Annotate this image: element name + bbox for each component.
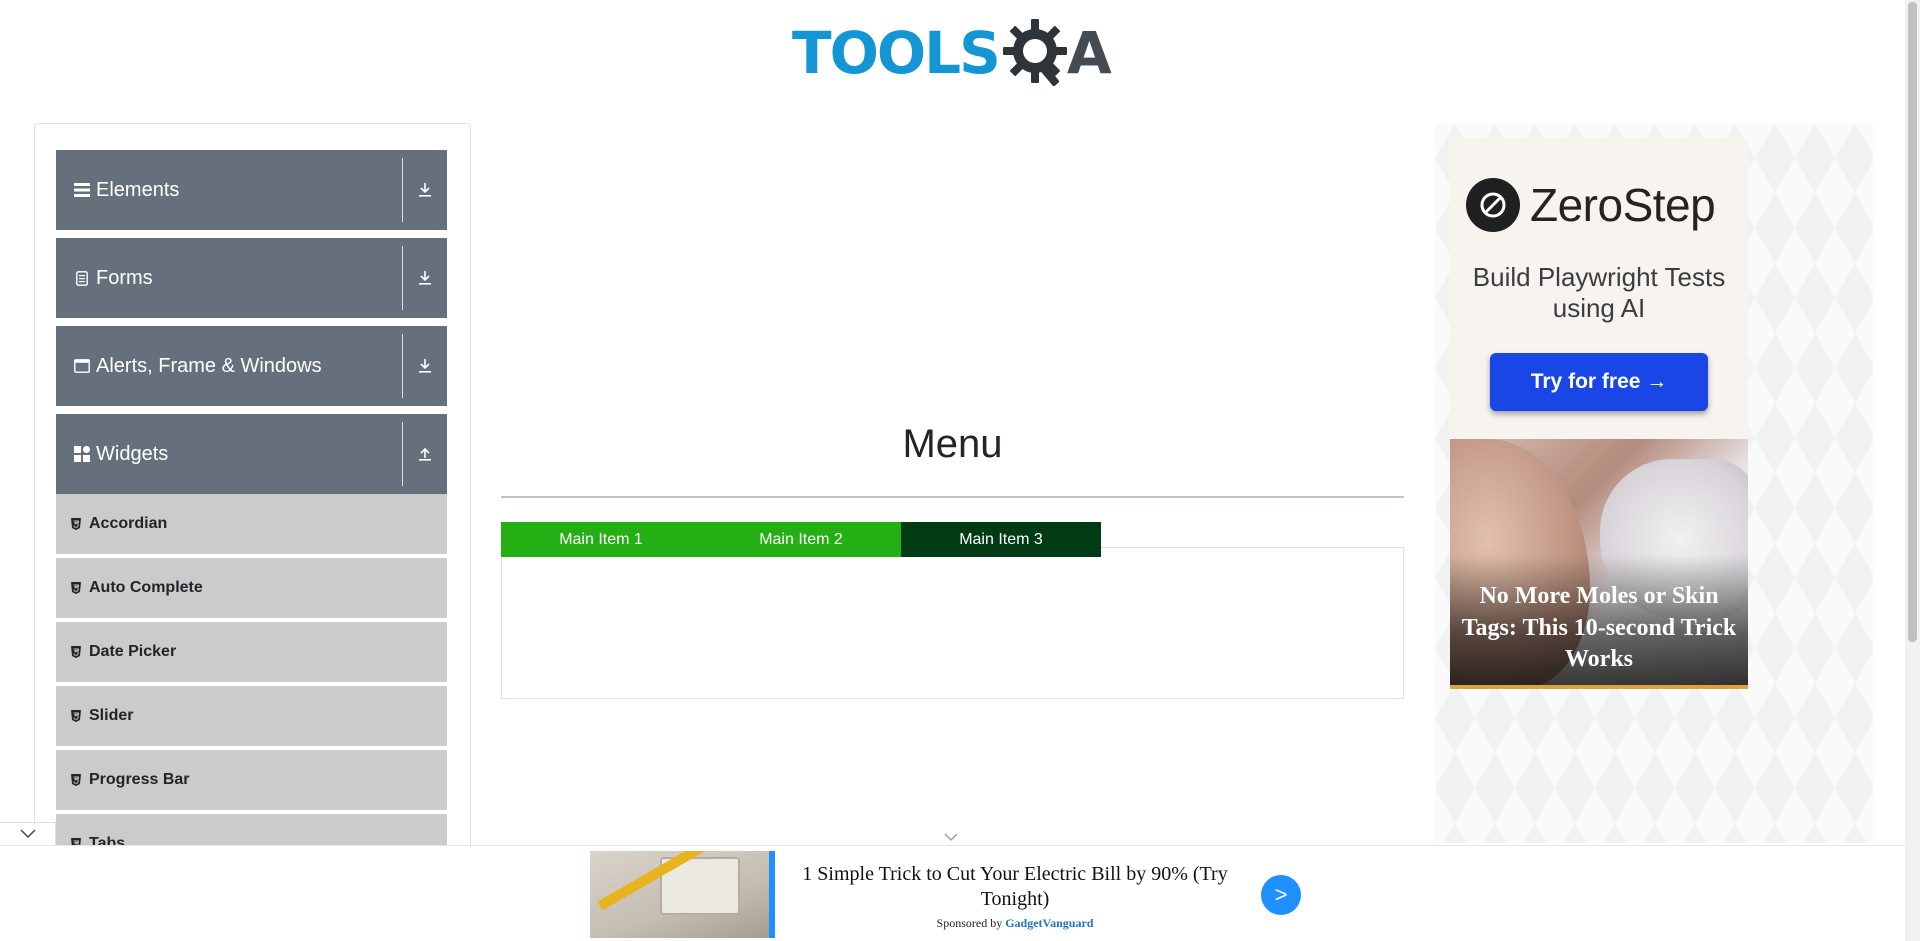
ad-go-button[interactable]: >	[1261, 875, 1301, 915]
hamburger-icon	[74, 182, 90, 198]
zerostep-tagline: Build Playwright Tests using AI	[1472, 262, 1726, 324]
sidebar-item-date-picker[interactable]: Date Picker	[56, 622, 447, 684]
divider	[402, 158, 403, 222]
sidebar-group-elements[interactable]: Elements	[56, 150, 447, 230]
menu-item-1[interactable]: Main Item 1	[501, 522, 701, 557]
collapse-ad-button[interactable]	[0, 822, 56, 846]
html5-icon	[71, 710, 81, 722]
sponsored-by-label: Sponsored by	[936, 916, 1003, 930]
expand-ad-button[interactable]	[940, 830, 962, 844]
right-ad-panel: ZeroStep Build Playwright Tests using AI…	[1435, 123, 1873, 843]
sidebar-item-accordian[interactable]: Accordian	[56, 494, 447, 556]
chevron-down-icon	[944, 833, 958, 841]
window-icon	[74, 358, 90, 374]
menu-item-2[interactable]: Main Item 2	[701, 522, 901, 557]
zerostep-logo: ZeroStep	[1466, 178, 1716, 232]
divider	[402, 334, 403, 398]
download-icon[interactable]	[403, 270, 447, 286]
logo-text-a: A	[1066, 19, 1112, 87]
item-label: Accordian	[89, 515, 168, 532]
item-label: Slider	[89, 707, 134, 724]
ad-headline[interactable]: 1 Simple Trick to Cut Your Electric Bill…	[790, 862, 1240, 912]
sidebar-group-alerts[interactable]: Alerts, Frame & Windows	[56, 326, 447, 406]
ad-accent-bar	[769, 851, 775, 938]
html5-icon	[71, 774, 81, 786]
page-title: Menu	[902, 422, 1003, 466]
menu-item-3[interactable]: Main Item 3	[901, 522, 1101, 557]
html5-icon	[71, 518, 81, 530]
group-label: Widgets	[96, 442, 169, 465]
divider	[501, 496, 1404, 498]
try-for-free-button[interactable]: Try for free →	[1490, 353, 1708, 411]
left-panel: Elements Forms Alerts, Frame & Windows W…	[34, 123, 471, 853]
upload-icon[interactable]	[403, 446, 447, 462]
divider	[402, 246, 403, 310]
gear-magnifier-icon	[1002, 19, 1067, 86]
sidebar-group-widgets[interactable]: Widgets	[56, 414, 447, 494]
sidebar-item-slider[interactable]: Slider	[56, 686, 447, 748]
zerostep-icon	[1466, 178, 1520, 232]
item-label: Progress Bar	[89, 771, 190, 788]
promo-ad[interactable]: No More Moles or Skin Tags: This 10-seco…	[1450, 439, 1748, 689]
group-label: Elements	[96, 178, 180, 201]
ad-sponsor: Sponsored by GadgetVanguard	[790, 916, 1240, 931]
html5-icon	[71, 582, 81, 594]
html5-icon	[71, 646, 81, 658]
page: TOOLS A Elements Forms Alerts, Frame & W…	[0, 0, 1920, 941]
download-icon[interactable]	[403, 358, 447, 374]
zerostep-brand: ZeroStep	[1530, 179, 1716, 231]
group-label: Forms	[96, 266, 153, 289]
item-label: Date Picker	[89, 643, 177, 660]
item-label: Auto Complete	[89, 579, 203, 596]
sidebar-item-auto-complete[interactable]: Auto Complete	[56, 558, 447, 620]
scrollbar-thumb[interactable]	[1908, 2, 1917, 642]
sidebar-item-progress-bar[interactable]: Progress Bar	[56, 750, 447, 812]
sidebar-group-forms[interactable]: Forms	[56, 238, 447, 318]
promo-headline: No More Moles or Skin Tags: This 10-seco…	[1461, 583, 1737, 672]
widgets-icon	[74, 446, 90, 462]
ad-image[interactable]	[590, 851, 769, 938]
nav-menu: Main Item 1 Main Item 2 Main Item 3	[501, 522, 1101, 557]
divider	[402, 422, 403, 486]
group-label: Alerts, Frame & Windows	[96, 354, 322, 377]
form-icon	[74, 270, 90, 286]
sponsor-name[interactable]: GadgetVanguard	[1005, 916, 1093, 930]
chevron-down-icon	[19, 829, 36, 839]
download-icon[interactable]	[403, 182, 447, 198]
menu-container	[501, 547, 1404, 699]
logo-text-tools: TOOLS	[792, 19, 1001, 87]
toolsqa-logo[interactable]: TOOLS A	[792, 16, 1112, 90]
